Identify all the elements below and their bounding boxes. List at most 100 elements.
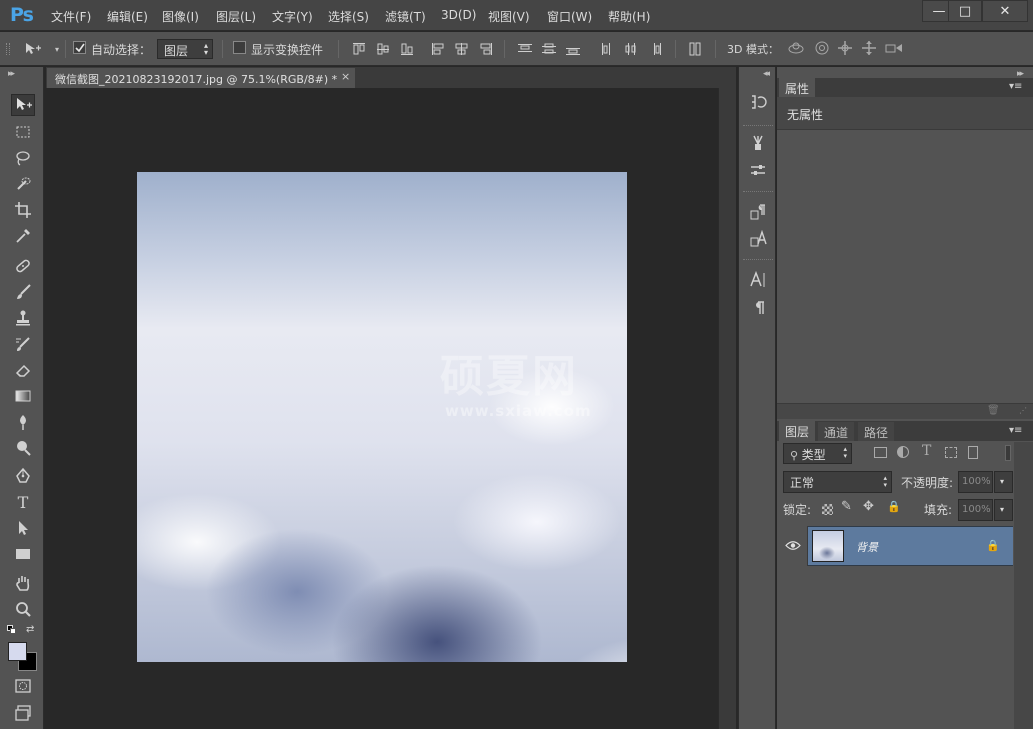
lock-image-pixels-icon[interactable]: ✎ <box>841 499 852 514</box>
delete-icon[interactable]: 🗑 <box>987 405 1000 416</box>
character-styles-icon[interactable] <box>748 229 768 249</box>
default-colors-icon[interactable] <box>7 625 17 635</box>
lasso-tool-icon[interactable] <box>11 147 35 169</box>
filter-shape-layers-icon[interactable] <box>945 447 957 458</box>
layers-scrollbar[interactable] <box>1014 442 1033 729</box>
distribute-horizontal-center-icon[interactable] <box>622 41 640 57</box>
filter-pixel-layers-icon[interactable] <box>874 447 887 458</box>
history-panel-icon[interactable] <box>748 92 768 112</box>
eraser-tool-icon[interactable] <box>11 359 35 381</box>
quick-selection-tool-icon[interactable] <box>11 173 35 195</box>
rectangle-tool-icon[interactable] <box>11 543 35 565</box>
blend-mode-dropdown[interactable]: 正常 ▴ ▾ <box>783 471 892 493</box>
hand-tool-icon[interactable] <box>11 572 35 594</box>
layer-filter-dropdown[interactable]: ⚲ 类型 ▴ ▾ <box>783 443 852 464</box>
zoom-tool-icon[interactable] <box>11 598 35 620</box>
brush-tool-icon[interactable] <box>11 281 35 303</box>
paragraph-panel-icon[interactable] <box>748 298 768 318</box>
history-brush-tool-icon[interactable] <box>11 333 35 355</box>
screen-mode-icon[interactable] <box>11 702 35 724</box>
menu-edit[interactable]: 编辑(E) <box>107 8 148 25</box>
type-tool-icon[interactable]: T <box>11 491 35 513</box>
auto-select-dropdown[interactable]: 图层 ▴ ▾ <box>157 39 213 59</box>
align-bottom-icon[interactable] <box>398 41 416 57</box>
align-right-icon[interactable] <box>477 41 495 57</box>
layer-thumbnail[interactable] <box>812 530 844 562</box>
layer-visibility-cell[interactable] <box>778 526 808 566</box>
menu-select[interactable]: 选择(S) <box>328 8 369 25</box>
align-horizontal-center-icon[interactable] <box>453 41 471 57</box>
menu-image[interactable]: 图像(I) <box>162 8 199 25</box>
show-transform-checkbox[interactable] <box>233 41 246 54</box>
eyedropper-tool-icon[interactable] <box>11 225 35 247</box>
tab-properties[interactable]: 属性 <box>779 78 816 97</box>
move-tool-icon[interactable] <box>11 94 35 116</box>
align-left-icon[interactable] <box>429 41 447 57</box>
3d-rotate-icon[interactable] <box>787 40 805 56</box>
paragraph-styles-icon[interactable] <box>748 202 768 222</box>
opacity-input[interactable]: 100% <box>958 471 993 493</box>
collapse-tools-icon[interactable]: ▸▸ <box>8 69 15 79</box>
close-window-button[interactable]: ✕ <box>982 0 1028 22</box>
path-selection-tool-icon[interactable] <box>11 517 35 539</box>
clone-stamp-tool-icon[interactable] <box>11 307 35 329</box>
quick-mask-icon[interactable] <box>11 675 35 697</box>
lock-all-icon[interactable]: 🔒 <box>887 500 901 513</box>
menu-filter[interactable]: 滤镜(T) <box>385 8 426 25</box>
move-tool-preset-icon[interactable] <box>24 41 42 57</box>
tab-layers[interactable]: 图层 <box>779 421 816 441</box>
layers-panel-menu-icon[interactable]: ▾≡ <box>1009 425 1022 436</box>
align-top-icon[interactable] <box>350 41 368 57</box>
layer-name[interactable]: 背景 <box>856 539 878 555</box>
lock-position-icon[interactable]: ✥ <box>863 499 874 514</box>
3d-scale-icon[interactable] <box>884 40 902 56</box>
opacity-slider-button[interactable]: ▾ <box>994 471 1013 493</box>
dodge-tool-icon[interactable] <box>11 437 35 459</box>
eye-icon[interactable] <box>785 540 801 551</box>
distribute-bottom-icon[interactable] <box>564 41 582 57</box>
character-panel-icon[interactable] <box>748 270 768 290</box>
canvas-vertical-scrollbar[interactable] <box>718 88 736 729</box>
distribute-vertical-center-icon[interactable] <box>540 41 558 57</box>
blur-tool-icon[interactable] <box>11 411 35 433</box>
menu-type[interactable]: 文字(Y) <box>272 8 313 25</box>
align-vertical-center-icon[interactable] <box>374 41 392 57</box>
distribute-right-icon[interactable] <box>646 41 664 57</box>
collapse-dock-icon[interactable]: ◂◂ <box>763 69 770 79</box>
filter-type-layers-icon[interactable]: T <box>922 443 931 459</box>
menu-view[interactable]: 视图(V) <box>488 8 530 25</box>
menu-help[interactable]: 帮助(H) <box>608 8 650 25</box>
auto-select-checkbox[interactable] <box>73 41 86 54</box>
menu-layer[interactable]: 图层(L) <box>216 8 256 25</box>
gradient-tool-icon[interactable] <box>11 385 35 407</box>
preset-dropdown-arrow-icon[interactable]: ▾ <box>48 41 66 57</box>
close-document-icon[interactable]: × <box>341 70 350 83</box>
brush-presets-icon[interactable] <box>748 133 768 153</box>
swap-colors-icon[interactable]: ⇄ <box>26 624 34 635</box>
lock-transparent-pixels-icon[interactable] <box>822 504 833 515</box>
menu-3d[interactable]: 3D(D) <box>441 8 476 22</box>
auto-align-layers-icon[interactable] <box>686 41 704 57</box>
menu-file[interactable]: 文件(F) <box>51 8 91 25</box>
brush-panel-icon[interactable] <box>748 160 768 180</box>
properties-panel-menu-icon[interactable]: ▾≡ <box>1009 81 1022 92</box>
tab-paths[interactable]: 路径 <box>858 422 895 441</box>
marquee-tool-icon[interactable] <box>11 121 35 143</box>
tab-channels[interactable]: 通道 <box>818 422 855 441</box>
fill-slider-button[interactable]: ▾ <box>994 499 1013 521</box>
filter-smart-objects-icon[interactable] <box>968 446 978 459</box>
3d-roll-icon[interactable] <box>813 40 831 56</box>
pen-tool-icon[interactable] <box>11 465 35 487</box>
healing-brush-tool-icon[interactable] <box>11 255 35 277</box>
options-grip[interactable] <box>6 43 10 55</box>
filter-toggle-switch[interactable] <box>1005 445 1011 461</box>
resize-grip-icon[interactable]: ⋰ <box>1019 406 1027 415</box>
3d-slide-icon[interactable] <box>860 40 878 56</box>
foreground-color-swatch[interactable] <box>8 642 27 661</box>
filter-adjustment-layers-icon[interactable] <box>897 446 909 458</box>
distribute-left-icon[interactable] <box>598 41 616 57</box>
fill-input[interactable]: 100% <box>958 499 993 521</box>
document-tab[interactable]: 微信截图_20210823192017.jpg @ 75.1%(RGB/8#) … <box>46 67 356 88</box>
crop-tool-icon[interactable] <box>11 199 35 221</box>
restore-button[interactable]: □ <box>948 0 982 22</box>
